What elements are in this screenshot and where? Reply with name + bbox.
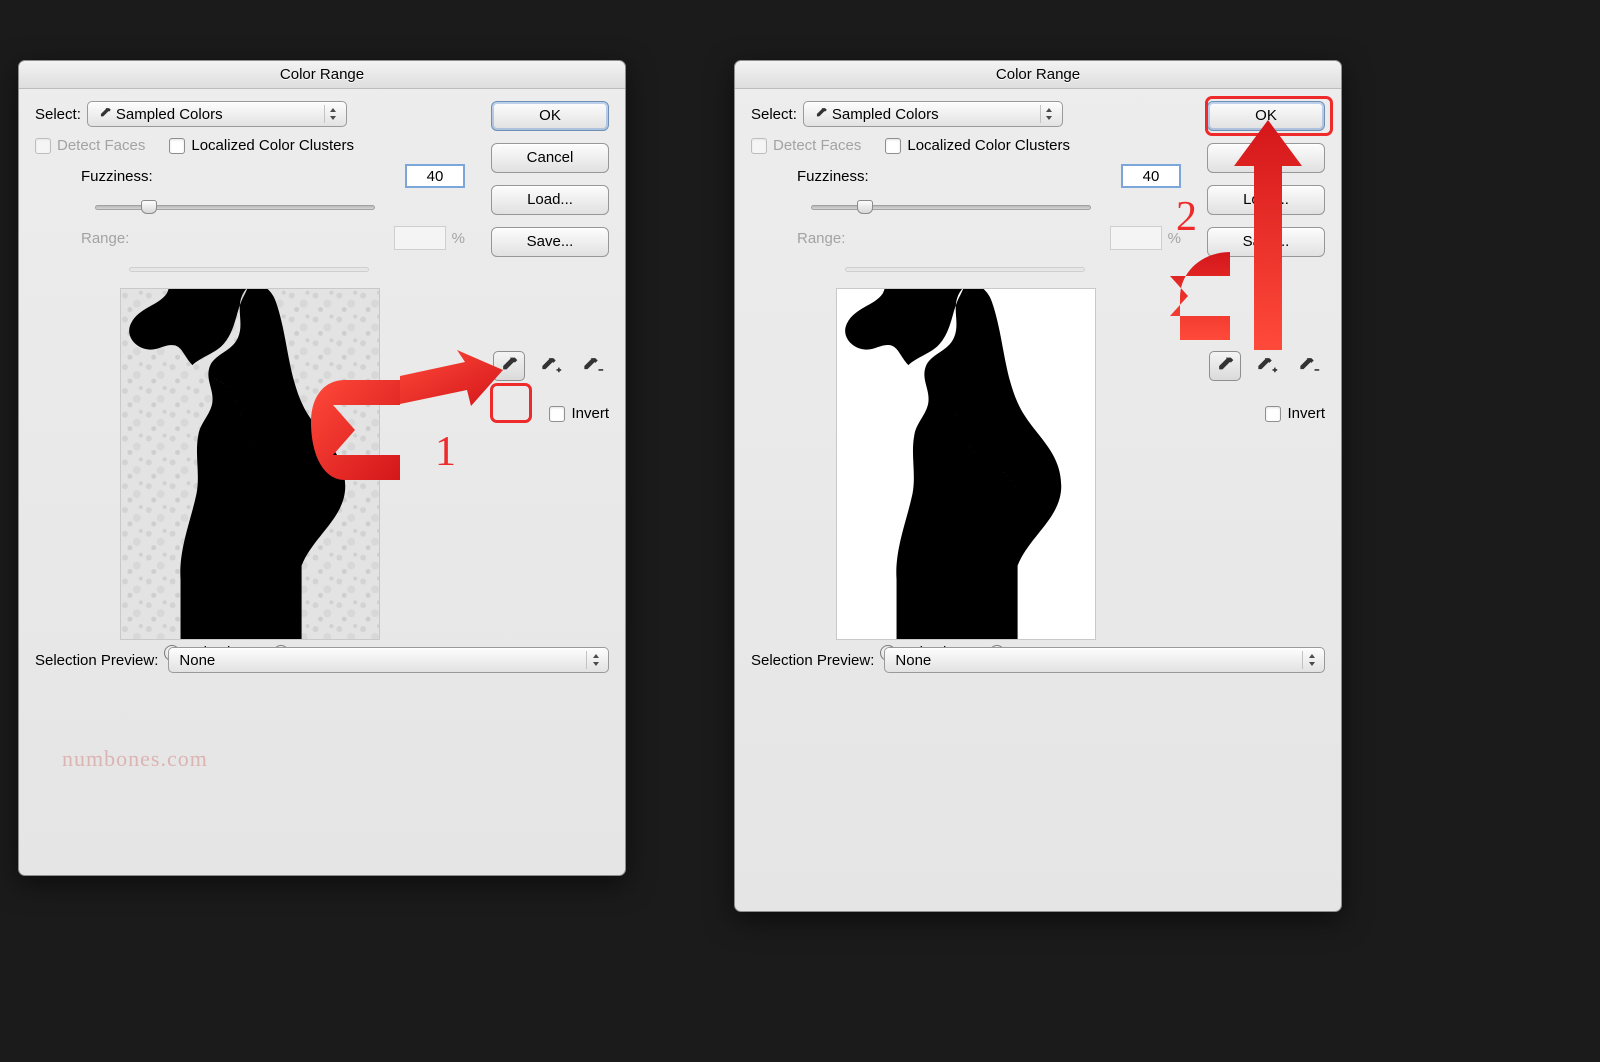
- eyedropper-tool[interactable]: [1209, 351, 1241, 381]
- color-range-dialog: Color Range Select: Sampled Colors Detec…: [18, 60, 626, 876]
- ok-button[interactable]: OK: [1207, 101, 1325, 131]
- eyedropper-subtract-tool[interactable]: [577, 351, 609, 381]
- fuzziness-input[interactable]: [1121, 164, 1181, 188]
- cancel-button[interactable]: Cancel: [1207, 143, 1325, 173]
- chevron-updown-icon: [1040, 105, 1058, 123]
- range-unit: %: [1168, 230, 1181, 247]
- selection-preview-label: Selection Preview:: [751, 652, 874, 669]
- preview-image: [836, 288, 1096, 640]
- eyedropper-tool[interactable]: [493, 351, 525, 381]
- chevron-updown-icon: [1302, 651, 1320, 669]
- selection-preview-value: None: [179, 652, 215, 669]
- fuzziness-slider[interactable]: [95, 198, 375, 216]
- detect-faces-label: Detect Faces: [57, 137, 145, 154]
- range-unit: %: [452, 230, 465, 247]
- select-label: Select:: [751, 106, 797, 123]
- eyedropper-subtract-tool[interactable]: [1293, 351, 1325, 381]
- chevron-updown-icon: [586, 651, 604, 669]
- eyedropper-icon: [814, 107, 828, 121]
- selection-preview-dropdown[interactable]: None: [168, 647, 609, 673]
- select-value: Sampled Colors: [832, 106, 939, 123]
- range-label: Range:: [797, 230, 845, 247]
- eyedropper-icon: [98, 107, 112, 121]
- cancel-button[interactable]: Cancel: [491, 143, 609, 173]
- range-input: [1110, 226, 1162, 250]
- chevron-updown-icon: [324, 105, 342, 123]
- eyedropper-add-tool[interactable]: [535, 351, 567, 381]
- preview-image: [120, 288, 380, 640]
- selection-preview-label: Selection Preview:: [35, 652, 158, 669]
- range-label: Range:: [81, 230, 129, 247]
- invert-checkbox[interactable]: [549, 406, 565, 422]
- eyedropper-add-tool[interactable]: [1251, 351, 1283, 381]
- save-button[interactable]: Save...: [1207, 227, 1325, 257]
- dialog-title: Color Range: [735, 61, 1341, 89]
- invert-checkbox[interactable]: [1265, 406, 1281, 422]
- selection-preview-value: None: [895, 652, 931, 669]
- save-button[interactable]: Save...: [491, 227, 609, 257]
- range-slider: [845, 260, 1085, 278]
- load-button[interactable]: Load...: [1207, 185, 1325, 215]
- invert-label: Invert: [1287, 405, 1325, 422]
- invert-label: Invert: [571, 405, 609, 422]
- select-dropdown[interactable]: Sampled Colors: [87, 101, 347, 127]
- load-button[interactable]: Load...: [491, 185, 609, 215]
- fuzziness-input[interactable]: [405, 164, 465, 188]
- fuzziness-slider[interactable]: [811, 198, 1091, 216]
- localized-clusters-checkbox[interactable]: [169, 138, 185, 154]
- select-dropdown[interactable]: Sampled Colors: [803, 101, 1063, 127]
- ok-button[interactable]: OK: [491, 101, 609, 131]
- detect-faces-label: Detect Faces: [773, 137, 861, 154]
- fuzziness-label: Fuzziness:: [81, 168, 153, 185]
- localized-clusters-label: Localized Color Clusters: [191, 137, 354, 154]
- detect-faces-checkbox[interactable]: [751, 138, 767, 154]
- select-value: Sampled Colors: [116, 106, 223, 123]
- localized-clusters-label: Localized Color Clusters: [907, 137, 1070, 154]
- detect-faces-checkbox[interactable]: [35, 138, 51, 154]
- fuzziness-label: Fuzziness:: [797, 168, 869, 185]
- dialog-title: Color Range: [19, 61, 625, 89]
- range-slider: [129, 260, 369, 278]
- color-range-dialog: Color Range Select: Sampled Colors Detec…: [734, 60, 1342, 912]
- select-label: Select:: [35, 106, 81, 123]
- range-input: [394, 226, 446, 250]
- selection-preview-dropdown[interactable]: None: [884, 647, 1325, 673]
- localized-clusters-checkbox[interactable]: [885, 138, 901, 154]
